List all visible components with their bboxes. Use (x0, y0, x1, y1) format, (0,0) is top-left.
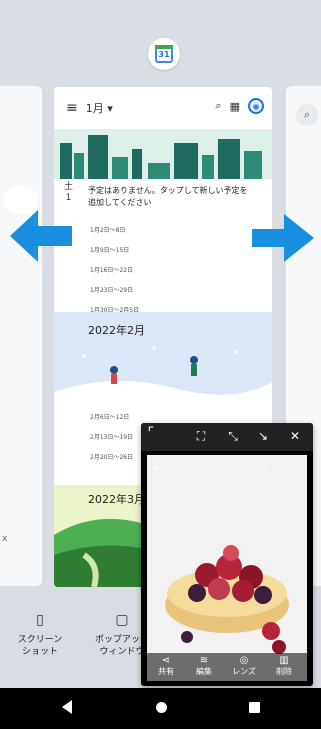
popup-window-titlebar[interactable]: ⌜ ⛶ ⤡ ↘ ✕ (141, 423, 313, 451)
screenshot-button[interactable]: ▯ スクリーン ショット (14, 612, 66, 658)
arrow-right-icon (252, 214, 314, 262)
back-icon[interactable]: ← (153, 461, 164, 476)
close-icon[interactable]: ✕ (287, 429, 303, 443)
week-range: 2月13日～19日 (90, 434, 134, 441)
winter-illustration (54, 346, 272, 404)
delete-label: 削除 (276, 667, 292, 676)
recent-apps-icon[interactable] (249, 702, 260, 713)
screenshot-icon: ▯ (36, 612, 44, 628)
share-icon: ⋖ (161, 655, 171, 666)
previous-app-card[interactable]: x (0, 86, 42, 586)
month-selector[interactable]: 1月 ▾ (86, 100, 113, 116)
trash-icon: ▥ (279, 655, 289, 666)
corner-handle-icon[interactable]: ⌜ (143, 425, 159, 441)
lens-icon: ◎ (239, 655, 249, 666)
dessert-photo (147, 455, 307, 681)
photo-action-bar: ⋖ 共有 ≋ 編集 ◎ レンズ ▥ 削除 (147, 653, 307, 681)
resize-icon[interactable]: ⤡ (225, 429, 241, 444)
week-range: 1月16日～22日 (90, 267, 134, 274)
share-label: 共有 (158, 667, 174, 676)
edit-icon: ≋ (199, 655, 209, 666)
calendar-view-icon[interactable]: ▦ (230, 100, 240, 113)
minimize-icon[interactable]: ↘ (255, 429, 271, 443)
favorite-star-icon[interactable]: ☆ (257, 461, 269, 476)
empty-day-message[interactable]: 予定はありません。タップして新しい予定を追加してください (88, 185, 253, 209)
week-range: 1月23日～29日 (90, 287, 134, 294)
edit-label: 編集 (196, 667, 212, 676)
navigation-bar (0, 688, 321, 729)
fullscreen-icon[interactable]: ⛶ (193, 429, 209, 444)
share-button[interactable]: ⋖ 共有 (149, 655, 183, 677)
delete-button[interactable]: ▥ 削除 (267, 655, 301, 677)
week-range: 2月6日～12日 (90, 414, 130, 421)
february-header: 2022年2月 (54, 312, 272, 404)
search-icon: ⌕ (296, 104, 318, 126)
day-number: 1 (65, 193, 72, 203)
menu-icon[interactable]: ≡ (66, 100, 78, 116)
screenshot-label: スクリーン ショット (17, 635, 63, 657)
day-label: 土 1 (64, 182, 73, 204)
lens-button[interactable]: ◎ レンズ (227, 655, 261, 677)
calendar-icon: 31 (155, 45, 173, 63)
arrow-left-icon (10, 210, 72, 262)
back-icon[interactable] (62, 700, 72, 714)
week-range: 1月2日～8日 (90, 227, 126, 234)
weekday-label: 土 (64, 182, 74, 192)
week-range: 2月20日～26日 (90, 454, 134, 461)
lens-label: レンズ (232, 667, 256, 676)
week-range: 1月9日～15日 (90, 247, 130, 254)
calendar-app-icon[interactable]: 31 (148, 38, 180, 70)
more-icon[interactable]: ⋮ (287, 461, 300, 476)
home-icon[interactable] (156, 702, 167, 713)
photo-viewer[interactable]: ← ☆ ⋮ ⋖ 共有 ≋ 編集 ◎ レンズ ▥ 削除 (147, 455, 307, 681)
account-avatar[interactable]: ◉ (248, 98, 264, 114)
calendar-toolbar: ≡ 1月 ▾ ⌕ ▦ ◉ (54, 87, 272, 129)
edit-button[interactable]: ≋ 編集 (187, 655, 221, 677)
edge-glyph: x (2, 534, 8, 544)
search-icon[interactable]: ⌕ (215, 99, 221, 113)
popup-window[interactable]: ⌜ ⛶ ⤡ ↘ ✕ ← ☆ ⋮ ⋖ 共有 ≋ 編集 ◎ レンズ ▥ 削除 (141, 423, 313, 686)
